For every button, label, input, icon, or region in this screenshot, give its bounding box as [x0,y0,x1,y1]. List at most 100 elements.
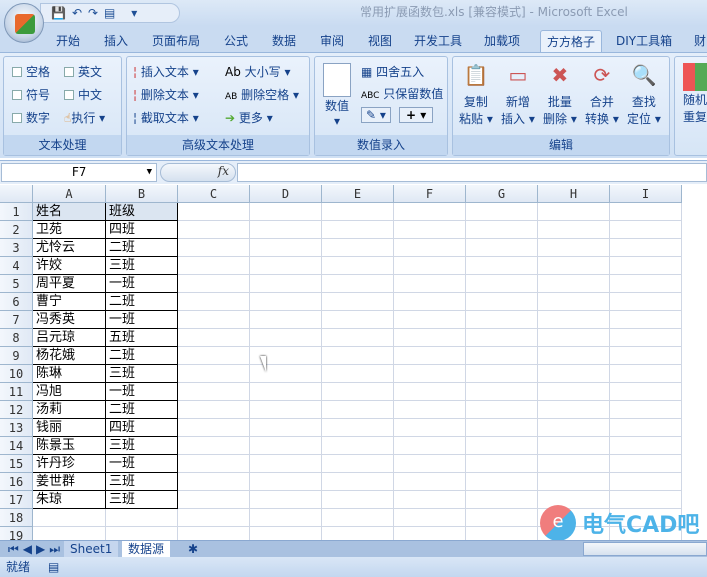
cell[interactable] [610,365,682,383]
cell[interactable] [322,419,394,437]
tab-3[interactable]: 公式 [224,30,248,52]
cell[interactable]: 吕元琼 [33,329,106,347]
cell[interactable] [33,509,106,527]
cell[interactable] [394,527,466,540]
cell[interactable]: 汤莉 [33,401,106,419]
edit-button-3[interactable]: ⟳ 合并 转换 ▾ [585,63,619,127]
cell[interactable]: 一班 [106,383,178,401]
cell[interactable] [466,383,538,401]
row-header[interactable]: 3 [0,239,33,257]
value-button[interactable]: 数值 ▾ [323,63,351,128]
cell[interactable] [394,347,466,365]
英文-checkbox[interactable]: 英文 [64,63,102,80]
sheet-tab-datasource[interactable]: 数据源 [122,541,171,557]
cell[interactable] [610,383,682,401]
cell[interactable] [178,491,250,509]
cell[interactable]: 许丹珍 [33,455,106,473]
office-button[interactable] [4,3,44,43]
cell[interactable] [394,419,466,437]
row-header[interactable]: 15 [0,455,33,473]
column-header-C[interactable]: C [178,185,250,203]
row-header[interactable]: 4 [0,257,33,275]
cell[interactable] [178,473,250,491]
row-header[interactable]: 7 [0,311,33,329]
cell[interactable] [322,293,394,311]
cell[interactable] [322,221,394,239]
extract-text-button[interactable]: ¦ 截取文本 ▾ [133,109,199,126]
cell[interactable] [466,329,538,347]
cell[interactable] [466,509,538,527]
cell[interactable] [466,311,538,329]
cell[interactable] [322,203,394,221]
cell[interactable] [610,275,682,293]
select-all-corner[interactable] [0,185,33,203]
cell[interactable] [178,203,250,221]
cell[interactable] [466,257,538,275]
sheet-tab-sheet1[interactable]: Sheet1 [64,541,119,557]
row-header[interactable]: 1 [0,203,33,221]
cell[interactable]: 一班 [106,311,178,329]
cell[interactable] [322,329,394,347]
cell[interactable] [250,329,322,347]
中文-checkbox[interactable]: 中文 [64,86,102,103]
more-button[interactable]: ➔ 更多 ▾ [225,109,273,126]
cell[interactable] [466,401,538,419]
cell[interactable] [394,365,466,383]
column-header-H[interactable]: H [538,185,610,203]
cell[interactable] [466,293,538,311]
cell[interactable] [322,491,394,509]
column-header-D[interactable]: D [250,185,322,203]
cell[interactable] [538,383,610,401]
cell[interactable] [250,491,322,509]
insert-text-button[interactable]: ¦ 插入文本 ▾ [133,63,199,80]
cell[interactable] [178,455,250,473]
cell[interactable] [538,419,610,437]
cell[interactable]: 一班 [106,275,178,293]
cell[interactable] [466,239,538,257]
cell[interactable] [538,455,610,473]
cell[interactable] [322,437,394,455]
cell[interactable] [322,257,394,275]
column-header-I[interactable]: I [610,185,682,203]
符号-checkbox[interactable]: 符号 [12,86,50,103]
cell[interactable] [466,275,538,293]
cell[interactable] [538,275,610,293]
cell[interactable]: 陈琳 [33,365,106,383]
cell[interactable] [322,365,394,383]
row-header[interactable]: 12 [0,401,33,419]
cell[interactable]: 二班 [106,347,178,365]
cell[interactable]: 二班 [106,401,178,419]
cell[interactable]: 三班 [106,473,178,491]
cell[interactable] [322,311,394,329]
row-header[interactable]: 13 [0,419,33,437]
cell[interactable]: 姓名 [33,203,106,221]
delete-text-button[interactable]: ¦ 删除文本 ▾ [133,86,199,103]
cell[interactable] [394,509,466,527]
tab-10[interactable]: DIY工具箱 [616,30,672,52]
cell[interactable] [106,509,178,527]
cell[interactable] [250,203,322,221]
cell[interactable] [322,455,394,473]
cell[interactable] [250,509,322,527]
cell[interactable]: 四班 [106,221,178,239]
cell[interactable] [394,401,466,419]
dropdown-icon[interactable]: ▼ [147,164,152,181]
cell[interactable]: 周平夏 [33,275,106,293]
cell[interactable] [610,347,682,365]
cell[interactable] [394,311,466,329]
cell[interactable] [394,293,466,311]
cell[interactable] [394,491,466,509]
cell[interactable] [466,203,538,221]
cell[interactable]: 五班 [106,329,178,347]
cell[interactable] [466,419,538,437]
cell[interactable] [610,257,682,275]
tab-9[interactable]: 方方格子 [540,30,603,52]
cell[interactable] [466,473,538,491]
cell[interactable] [178,221,250,239]
cell[interactable] [538,329,610,347]
cell[interactable]: 三班 [106,491,178,509]
cell[interactable]: 许姣 [33,257,106,275]
cell[interactable] [394,329,466,347]
cell[interactable] [250,527,322,540]
cell[interactable] [178,293,250,311]
